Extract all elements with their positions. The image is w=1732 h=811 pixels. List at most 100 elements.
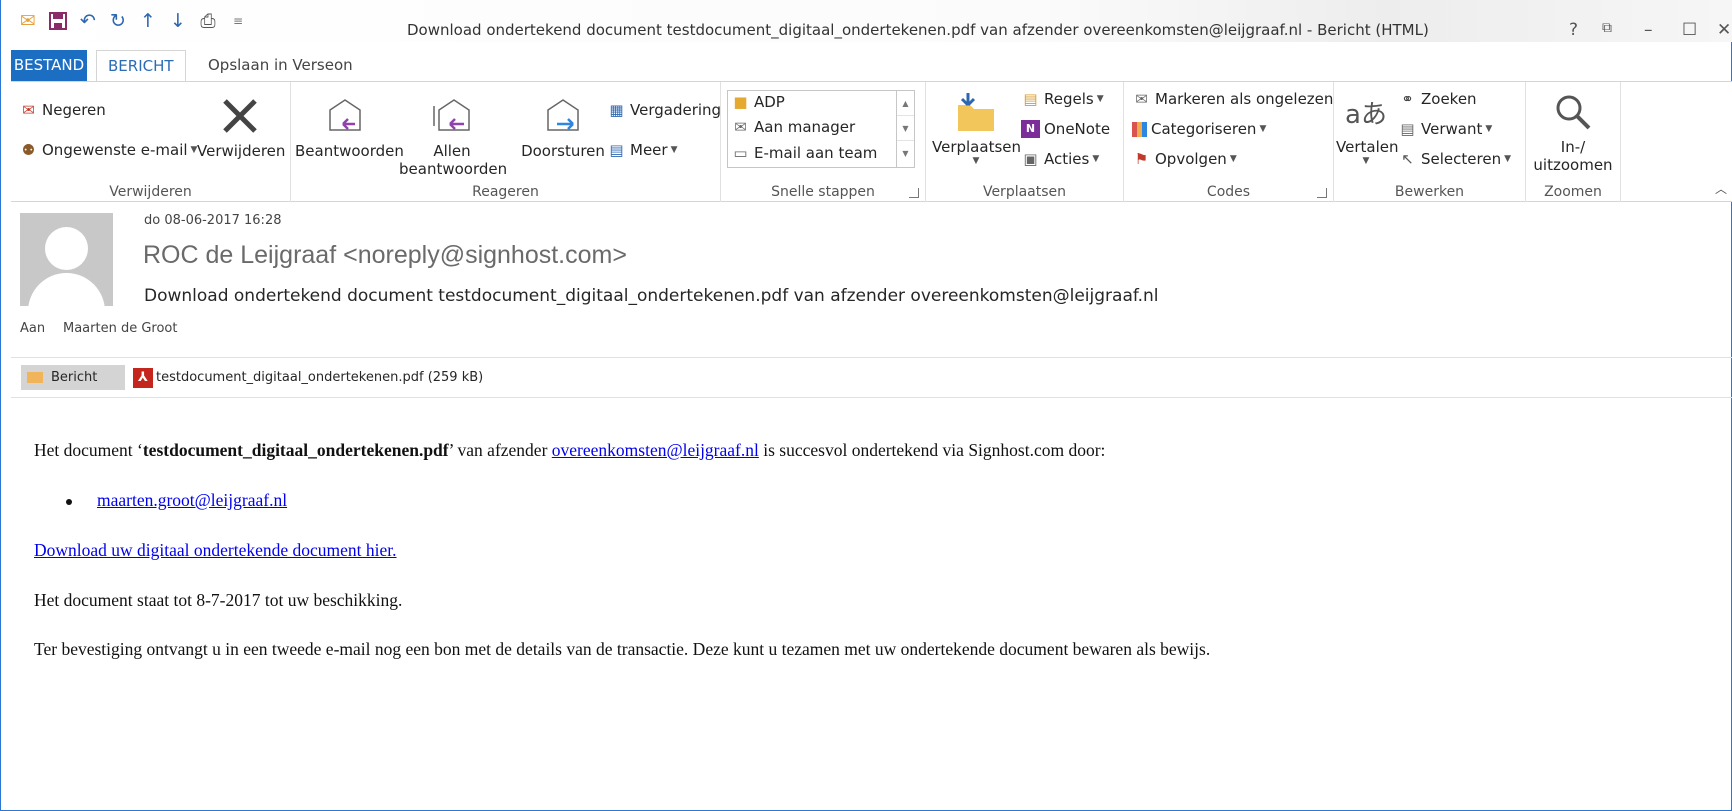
window-title: Download ondertekend document testdocume… xyxy=(407,21,1429,39)
download-document-link[interactable]: Download uw digitaal ondertekende docume… xyxy=(34,540,397,560)
ignore-button[interactable]: ✉ Negeren xyxy=(19,101,106,119)
tab-save-in-verseon[interactable]: Opslaan in Verseon xyxy=(197,50,364,81)
pdf-icon: ⅄ xyxy=(133,367,153,388)
respond-group: Beantwoorden Allen beantwoorden Doorstur… xyxy=(291,82,721,202)
ignore-icon: ✉ xyxy=(22,101,35,119)
delete-icon xyxy=(197,90,283,142)
respond-group-label: Reageren xyxy=(472,184,539,200)
categorize-button[interactable]: Categoriseren ▼ xyxy=(1132,120,1266,138)
quick-access-toolbar: ✉ ↶ ↻ ↑ ↓ ⎙ ≡ xyxy=(13,10,253,32)
select-button[interactable]: ↖ Selecteren ▼ xyxy=(1398,150,1511,168)
related-icon: ▤ xyxy=(1400,120,1415,138)
header-divider xyxy=(11,357,1732,358)
title-bar: ✉ ↶ ↻ ↑ ↓ ⎙ ≡ Download ondertekend docum… xyxy=(1,0,1732,42)
rules-button[interactable]: ▤ Regels ▼ xyxy=(1021,90,1103,108)
to-label: Aan xyxy=(20,321,46,336)
message-sender[interactable]: ROC de Leijgraaf <noreply@signhost.com> xyxy=(143,241,627,270)
next-item-icon[interactable]: ↓ xyxy=(163,10,193,32)
attachment-message-tab[interactable]: Bericht xyxy=(21,365,125,390)
quick-steps-dialog-launcher[interactable] xyxy=(909,188,919,198)
mark-unread-button[interactable]: ✉ Markeren als ongelezen xyxy=(1132,90,1333,108)
meeting-button[interactable]: ▦ Vergadering xyxy=(607,101,721,119)
related-button[interactable]: ▤ Verwant ▼ xyxy=(1398,120,1492,138)
tags-group-label: Codes xyxy=(1206,184,1251,200)
translate-icon: aあ xyxy=(1345,99,1387,130)
quick-steps-group: ■ ADP ✉ Aan manager ▭ E-mail aan team ▲ … xyxy=(721,82,926,202)
maximize-button[interactable]: ☐ xyxy=(1682,20,1697,40)
delete-button[interactable]: Verwijderen xyxy=(197,90,285,160)
close-button[interactable]: ✕ xyxy=(1717,20,1731,40)
meeting-icon: ▦ xyxy=(609,101,624,119)
attachments-divider xyxy=(11,397,1732,398)
sender-email-link[interactable]: overeenkomsten@leijgraaf.nl xyxy=(552,440,759,460)
outlook-message-window: ✉ ↶ ↻ ↑ ↓ ⎙ ≡ Download ondertekend docum… xyxy=(0,0,1732,811)
move-folder-icon xyxy=(932,86,1020,138)
minimize-button[interactable]: – xyxy=(1644,20,1653,40)
categorize-icon xyxy=(1132,121,1147,137)
move-group-label: Verplaatsen xyxy=(982,184,1067,200)
reply-all-button[interactable]: Allen beantwoorden xyxy=(399,90,507,178)
recipient-name[interactable]: Maarten de Groot xyxy=(63,321,177,336)
envelope-icon: ✉ xyxy=(1135,90,1148,108)
message-date: do 08-06-2017 16:28 xyxy=(144,213,282,228)
document-name: testdocument_digitaal_ondertekenen.pdf xyxy=(142,440,449,460)
signer-email-link[interactable]: maarten.groot@leijgraaf.nl xyxy=(97,490,287,510)
forward-icon xyxy=(513,90,613,142)
tab-message[interactable]: BERICHT xyxy=(96,50,186,82)
actions-button[interactable]: ▣ Acties ▼ xyxy=(1021,150,1099,168)
body-paragraph-availability: Het document staat tot 8-7-2017 tot uw b… xyxy=(34,590,403,610)
expand-gallery-icon[interactable]: ▼ xyxy=(897,141,914,166)
reply-all-icon xyxy=(399,90,505,142)
zoom-button[interactable]: In-/ uitzoomen xyxy=(1528,86,1618,174)
body-paragraph-download: Download uw digitaal ondertekende docume… xyxy=(34,540,397,561)
scroll-up-icon[interactable]: ▲ xyxy=(897,91,914,116)
follow-up-button[interactable]: ⚑ Opvolgen ▼ xyxy=(1132,150,1237,168)
move-group: Verplaatsen ▼ ▤ Regels ▼ N OneNote ▣ Acti… xyxy=(926,82,1124,202)
save-icon[interactable] xyxy=(43,10,73,32)
onenote-button[interactable]: N OneNote xyxy=(1021,120,1110,138)
quick-steps-group-label: Snelle stappen xyxy=(771,184,875,200)
quick-step-to-manager[interactable]: ✉ Aan manager xyxy=(731,118,855,136)
folder-icon: ■ xyxy=(733,93,748,111)
print-preview-icon[interactable]: ⎙ xyxy=(193,10,223,32)
quick-steps-scrollbar[interactable]: ▲ ▼ ▼ xyxy=(896,91,914,167)
move-button[interactable]: Verplaatsen ▼ xyxy=(932,86,1021,166)
actions-icon: ▣ xyxy=(1023,150,1038,168)
previous-item-icon[interactable]: ↑ xyxy=(133,10,163,32)
rules-icon: ▤ xyxy=(1023,90,1038,108)
signer-list-item: maarten.groot@leijgraaf.nl xyxy=(66,490,287,511)
scroll-down-icon[interactable]: ▼ xyxy=(897,116,914,141)
delete-group-label: Verwijderen xyxy=(109,184,192,200)
flag-icon: ⚑ xyxy=(1134,150,1149,168)
more-icon: ▤ xyxy=(609,141,624,159)
help-button[interactable]: ? xyxy=(1569,20,1578,40)
sender-avatar xyxy=(20,213,113,306)
mail-icon: ▭ xyxy=(733,144,748,162)
magnifier-icon xyxy=(1528,86,1618,138)
junk-mail-button[interactable]: ⚉ Ongewenste e-mail ▼ xyxy=(19,141,198,159)
attachment-pdf[interactable]: ⅄ testdocument_digitaal_ondertekenen.pdf… xyxy=(133,366,483,389)
find-button[interactable]: ⚭ Zoeken xyxy=(1398,90,1476,108)
collapse-ribbon-icon[interactable]: ︿ xyxy=(1715,180,1727,197)
translate-button[interactable]: aあ Vertalen ▼ xyxy=(1336,86,1398,167)
more-respond-button[interactable]: ▤ Meer ▼ xyxy=(607,141,677,159)
envelope-icon xyxy=(27,372,43,383)
mail-icon[interactable]: ✉ xyxy=(13,10,43,32)
ribbon: ✉ Negeren ⚉ Ongewenste e-mail ▼ Verwijder… xyxy=(11,81,1732,202)
onenote-icon: N xyxy=(1021,120,1040,138)
quick-step-team-email[interactable]: ▭ E-mail aan team xyxy=(731,144,877,162)
customize-qat-icon[interactable]: ≡ xyxy=(223,10,253,32)
edit-group-label: Bewerken xyxy=(1394,184,1465,200)
delete-group: ✉ Negeren ⚉ Ongewenste e-mail ▼ Verwijder… xyxy=(11,82,291,202)
ribbon-tabs: BESTAND BERICHT Opslaan in Verseon xyxy=(1,50,1732,82)
ribbon-display-options-button[interactable]: ⧉ xyxy=(1602,20,1612,36)
tags-dialog-launcher[interactable] xyxy=(1317,188,1327,198)
redo-icon[interactable]: ↻ xyxy=(103,10,133,32)
forward-button[interactable]: Doorsturen xyxy=(513,90,613,160)
quick-step-adp[interactable]: ■ ADP xyxy=(731,93,784,111)
mail-forward-icon: ✉ xyxy=(734,118,747,136)
undo-icon[interactable]: ↶ xyxy=(73,10,103,32)
tab-file[interactable]: BESTAND xyxy=(11,50,87,81)
body-paragraph-confirmation: Ter bevestiging ontvangt u in een tweede… xyxy=(34,639,1211,659)
reply-button[interactable]: Beantwoorden xyxy=(295,90,404,160)
